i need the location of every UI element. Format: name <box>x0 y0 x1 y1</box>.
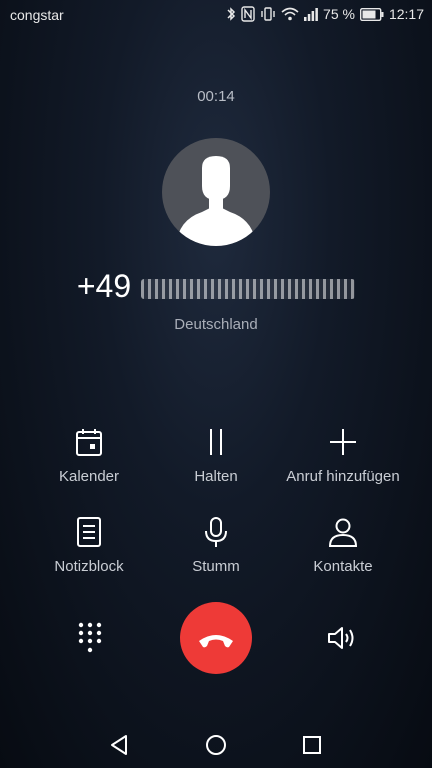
status-bar: congstar 75 % 12:17 <box>0 0 432 30</box>
calendar-icon <box>76 429 102 456</box>
microphone-icon <box>205 517 227 547</box>
contact-icon <box>328 518 358 547</box>
notepad-label: Notizblock <box>54 558 124 575</box>
call-duration: 00:14 <box>197 88 235 105</box>
speaker-button[interactable] <box>322 618 362 658</box>
notepad-icon <box>77 517 101 547</box>
phone-number-prefix: +49 <box>76 268 132 304</box>
dialpad-button[interactable] <box>70 618 110 658</box>
speaker-icon <box>328 627 354 649</box>
home-icon[interactable] <box>203 732 229 758</box>
recents-icon[interactable] <box>299 732 325 758</box>
clock: 12:17 <box>388 6 424 22</box>
calendar-button[interactable]: Kalender <box>17 424 161 485</box>
add-call-button[interactable]: Anruf hinzufügen <box>271 424 415 485</box>
contacts-button[interactable]: Kontakte <box>271 514 415 575</box>
caller-location: Deutschland <box>174 316 258 333</box>
status-icons: 75 % 12:17 <box>226 6 424 22</box>
battery-icon <box>359 7 384 21</box>
dialpad-icon <box>78 622 102 653</box>
contacts-label: Kontakte <box>313 558 373 575</box>
battery-percent: 75 % <box>323 6 355 22</box>
hangup-button[interactable] <box>180 602 252 674</box>
hangup-icon <box>199 635 233 648</box>
phone-number: +49 <box>0 268 432 305</box>
mute-label: Stumm <box>192 558 240 575</box>
pause-icon <box>210 429 222 455</box>
hold-label: Halten <box>194 468 238 485</box>
calendar-label: Kalender <box>58 468 120 485</box>
plus-icon <box>330 429 356 455</box>
notepad-button[interactable]: Notizblock <box>17 514 161 575</box>
back-icon[interactable] <box>106 732 132 758</box>
vibrate-icon <box>261 7 275 21</box>
bluetooth-icon <box>227 7 236 21</box>
navigation-bar <box>0 718 432 768</box>
signal-icon <box>304 8 318 21</box>
add-call-label: Anruf hinzufügen <box>286 468 400 485</box>
contact-avatar <box>162 138 270 246</box>
redacted-number <box>141 278 356 299</box>
carrier-name: congstar <box>10 7 64 23</box>
hold-button[interactable]: Halten <box>144 424 288 485</box>
person-silhouette-icon <box>176 156 256 246</box>
mute-button[interactable]: Stumm <box>144 514 288 575</box>
wifi-icon <box>281 7 299 21</box>
nfc-icon <box>241 6 255 22</box>
